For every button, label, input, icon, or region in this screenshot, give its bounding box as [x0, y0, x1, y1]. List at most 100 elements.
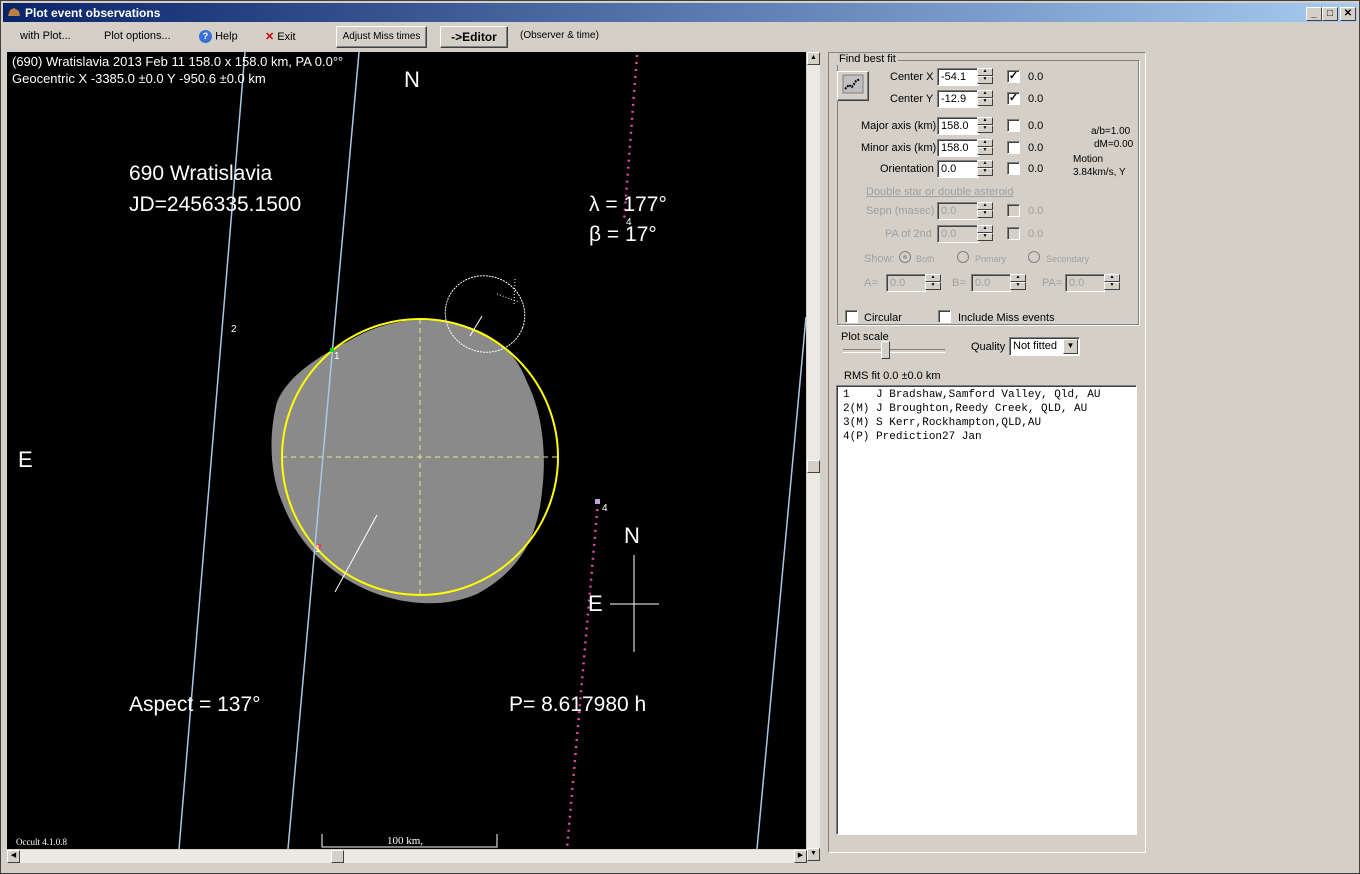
center-x-checkbox[interactable]: ✓ [1007, 70, 1020, 83]
show-both-label: Both [916, 254, 935, 264]
list-item[interactable]: 1 J Bradshaw,Samford Valley, Qld, AU [843, 389, 1136, 403]
pole-dots [496, 293, 520, 303]
major-axis-result: 0.0 [1028, 120, 1044, 132]
center-x-label: Center X [890, 71, 934, 83]
center-y-checkbox[interactable]: ✓ [1007, 92, 1020, 105]
vertical-scroll-thumb[interactable] [807, 460, 820, 473]
dropdown-arrow-icon[interactable]: ▼ [1063, 339, 1078, 354]
plot-scale-slider[interactable] [843, 341, 947, 361]
show-secondary-label: Secondary [1046, 254, 1090, 264]
center-y-result: 0.0 [1028, 93, 1044, 105]
list-item[interactable]: 4(P) Prediction27 Jan [843, 431, 1136, 445]
include-miss-checkbox[interactable] [938, 310, 951, 323]
sepn-label: Sepn (masec) [866, 205, 935, 217]
compass-north: N [624, 523, 640, 548]
plot-header-line2: Geocentric X -3385.0 ±0.0 Y -950.6 ±0.0 … [12, 71, 266, 86]
menu-with-plot[interactable]: with Plot... [20, 30, 71, 42]
chord-label: 4 [602, 503, 608, 514]
sepn-input[interactable]: 0.0 [937, 202, 979, 220]
asteroid-shape-model [271, 320, 544, 604]
orientation-label: Orientation [880, 163, 934, 175]
pa-spinner[interactable]: ▲ ▼ [1104, 274, 1120, 292]
double-star-title: Double star or double asteroid [866, 186, 1014, 198]
list-item[interactable]: 2(M) J Broughton,Reedy Creek, QLD, AU [843, 403, 1136, 417]
period-value: P= 8.617980 h [509, 693, 647, 716]
sepn-spinner[interactable]: ▲ ▼ [977, 202, 993, 220]
delta-magnitude: dM=0.00 [1094, 139, 1134, 150]
center-x-input[interactable]: -54.1 [937, 68, 979, 86]
pa2nd-spinner[interactable]: ▲ ▼ [977, 225, 993, 243]
observer-list[interactable]: 1 J Bradshaw,Samford Valley, Qld, AU 2(M… [836, 385, 1137, 835]
observer-id: 1 [843, 389, 870, 401]
menu-plot-options[interactable]: Plot options... [104, 30, 171, 42]
show-label: Show: [864, 253, 895, 265]
minor-axis-spinner[interactable]: ▲ ▼ [977, 139, 993, 157]
sepn-checkbox[interactable] [1007, 204, 1020, 217]
quality-select[interactable]: Not fitted ▼ [1009, 337, 1080, 356]
app-icon [8, 8, 20, 16]
title-bar: Plot event observations _ □ ✕ [3, 3, 1357, 22]
main-window: Plot event observations _ □ ✕ with Plot.… [0, 0, 1360, 874]
a-spinner[interactable]: ▲ ▼ [925, 274, 941, 292]
close-button[interactable]: ✕ [1340, 7, 1356, 21]
scroll-left-button[interactable]: ◀ [7, 850, 20, 863]
pa-input[interactable]: 0.0 [1065, 274, 1105, 292]
plot-svg [178, 52, 806, 849]
minimize-button[interactable]: _ [1306, 7, 1322, 21]
show-primary-label: Primary [975, 254, 1006, 264]
editor-button[interactable]: ->Editor [440, 26, 508, 48]
pa2nd-label: PA of 2nd [885, 228, 932, 240]
orientation-checkbox[interactable] [1007, 162, 1020, 175]
aspect-value: Aspect = 137° [129, 693, 261, 716]
minor-axis-checkbox[interactable] [1007, 141, 1020, 154]
plot-vertical-scrollbar[interactable]: ▲ ▼ [807, 52, 820, 861]
plot-canvas[interactable]: (690) Wratislavia 2013 Feb 11 158.0 x 15… [7, 52, 806, 849]
menu-exit[interactable]: ✕ Exit [265, 30, 296, 43]
orientation-spinner[interactable]: ▲ ▼ [977, 160, 993, 178]
scale-label: 100 km, [387, 835, 424, 847]
slider-thumb[interactable] [881, 341, 890, 359]
quality-value: Not fitted [1013, 340, 1058, 352]
b-input[interactable]: 0.0 [971, 274, 1011, 292]
beta-value: β = 17° [589, 223, 657, 246]
pa2nd-input[interactable]: 0.0 [937, 225, 979, 243]
major-axis-spinner[interactable]: ▲ ▼ [977, 117, 993, 135]
orientation-result: 0.0 [1028, 163, 1044, 175]
orientation-input[interactable]: 0.0 [937, 160, 979, 178]
a-input[interactable]: 0.0 [886, 274, 926, 292]
show-primary-radio[interactable] [957, 251, 969, 263]
find-best-fit-button[interactable] [837, 71, 869, 101]
menu-help[interactable]: ? Help [199, 30, 238, 43]
adjust-miss-times-button[interactable]: Adjust Miss times [336, 26, 427, 48]
prediction-marker [595, 499, 600, 504]
minor-axis-input[interactable]: 158.0 [937, 139, 979, 157]
center-x-spinner[interactable]: ▲ ▼ [977, 68, 993, 86]
maximize-button[interactable]: □ [1322, 7, 1338, 21]
scroll-up-button[interactable]: ▲ [807, 52, 820, 65]
chord-label: 2 [231, 324, 237, 335]
observer-time-label[interactable]: (Observer & time) [520, 30, 599, 41]
show-secondary-radio[interactable] [1028, 251, 1040, 263]
pa-label: PA= [1042, 277, 1063, 289]
major-axis-checkbox[interactable] [1007, 119, 1020, 132]
b-label: B= [952, 277, 966, 289]
center-y-spinner[interactable]: ▲ ▼ [977, 90, 993, 108]
pa2nd-checkbox[interactable] [1007, 227, 1020, 240]
scroll-down-button[interactable]: ▼ [807, 848, 820, 861]
help-icon: ? [199, 30, 212, 43]
center-y-input[interactable]: -12.9 [937, 90, 979, 108]
chord-label: 1 [315, 544, 321, 555]
version-label: Occult 4.1.0.8 [16, 837, 67, 847]
help-label: Help [215, 30, 238, 43]
b-spinner[interactable]: ▲ ▼ [1010, 274, 1026, 292]
major-axis-input[interactable]: 158.0 [937, 117, 979, 135]
circular-checkbox[interactable] [845, 310, 858, 323]
show-both-radio[interactable] [899, 251, 911, 263]
plot-horizontal-scrollbar[interactable]: ◀ ▶ [7, 850, 807, 863]
motion-label: Motion [1073, 154, 1104, 165]
julian-date: JD=2456335.1500 [129, 193, 302, 216]
scroll-right-button[interactable]: ▶ [794, 850, 807, 863]
horizontal-scroll-thumb[interactable] [331, 850, 344, 863]
list-item[interactable]: 3(M) S Kerr,Rockhampton,QLD,AU [843, 417, 1136, 431]
observer-name: J Bradshaw,Samford Valley, Qld, AU [876, 389, 1101, 401]
